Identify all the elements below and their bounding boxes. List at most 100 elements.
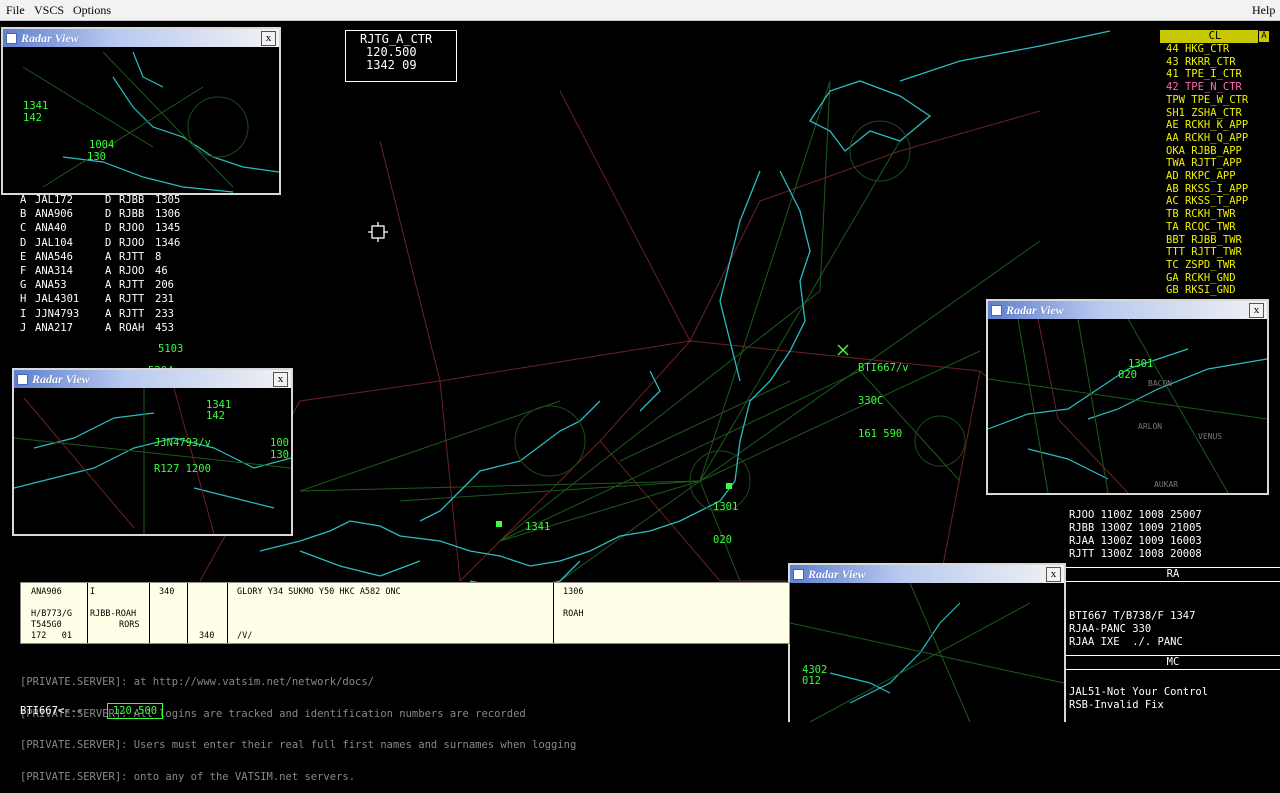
strip-squawk: 1306 [563, 587, 584, 597]
map-tag-bti667[interactable]: BTI667/v 330C 161 590 [858, 341, 909, 451]
controller-list-title: CL [1208, 30, 1222, 42]
controller-item[interactable]: SH1 ZSHA_CTR [1160, 107, 1270, 120]
controller-item[interactable]: 43 RKRR_CTR [1160, 56, 1270, 69]
map-tag-1341[interactable]: 1341 [525, 500, 550, 544]
mini-radar-scope[interactable]: 4302 012 [790, 583, 1064, 722]
flight-letter: I [20, 307, 27, 320]
message-console: [PRIVATE.SERVER]: at http://www.vatsim.n… [20, 656, 780, 793]
flight-callsign: ANA217 [35, 321, 73, 334]
close-button[interactable]: x [1046, 567, 1061, 582]
map-tag-1301[interactable]: 1301 020 [713, 480, 738, 557]
controller-item[interactable]: 41 TPE_I_CTR [1160, 68, 1270, 81]
controller-item[interactable]: OKA RJBB_APP [1160, 145, 1270, 158]
flight-strip[interactable]: ANA906 H/B773/G T545G0 172 01 I RJBB-ROA… [20, 582, 790, 644]
window-icon [991, 305, 1002, 316]
flight-list-row[interactable]: I JJN4793 A RJTT 233 [20, 307, 195, 321]
window-icon [17, 374, 28, 385]
flight-list-row[interactable]: J ANA217 A ROAH 453 [20, 321, 195, 335]
controller-item[interactable]: AD RKPC_APP [1160, 170, 1270, 183]
flight-list-row[interactable]: E ANA546 A RJTT 8 [20, 250, 195, 264]
radar-view-window-1[interactable]: Radar View x 1341 142 1004 130 [1, 27, 281, 195]
flight-type: D [105, 194, 112, 206]
menu-options[interactable]: Options [73, 3, 111, 18]
flight-list-row[interactable]: G ANA53 A RJTT 206 [20, 278, 195, 292]
active-frequency-box[interactable]: RJTG_A_CTR 120.500 1342 09 [345, 30, 457, 82]
flight-list-row[interactable]: B ANA906 D RJBB 1306 [20, 207, 195, 221]
flight-type: A [105, 250, 112, 263]
controller-item[interactable]: AB RKSS_I_APP [1160, 183, 1270, 196]
command-frequency[interactable]: 120.500 [107, 703, 163, 719]
flight-callsign: ANA906 [35, 208, 73, 221]
flight-airport: ROAH [119, 321, 145, 334]
metar-line: RJTT 1300Z 1008 20008 [1069, 548, 1202, 560]
tag-callsign: JJN4793/v [154, 437, 211, 449]
flight-letter: B [20, 208, 27, 221]
controller-item[interactable]: GB RKSI_GND [1160, 284, 1270, 297]
tag-squawk: 1341 [23, 100, 48, 112]
ra-header: RA [1066, 567, 1280, 582]
controller-item[interactable]: TPW TPE_W_CTR [1160, 94, 1270, 107]
flight-value: 1346 [155, 236, 181, 249]
flight-letter: J [20, 321, 27, 334]
strip-route-code: RORS [119, 620, 140, 630]
controller-item[interactable]: AE RCKH_K_APP [1160, 119, 1270, 132]
fix-label: ARLON [1138, 422, 1162, 431]
fix-label: AUKAR [1154, 480, 1178, 489]
controller-item[interactable]: BBT RJBB_TWR [1160, 234, 1270, 247]
flight-list-row[interactable]: A JAL172 D RJBB 1305 [20, 193, 195, 207]
flight-airport: RJTT [119, 279, 145, 292]
mini-radar-scope[interactable]: 1341 142 JJN4793/v R127 1200 100 130 [14, 388, 291, 534]
tag-squawk: 1341 [525, 521, 551, 533]
controller-item[interactable]: AC RKSS_T_APP [1160, 195, 1270, 208]
menu-help[interactable]: Help [1252, 3, 1275, 18]
controller-item[interactable]: 42 TPE_N_CTR [1160, 81, 1270, 94]
strip-altitude: 340 [159, 587, 175, 597]
flight-airport: RJTT [119, 293, 145, 306]
controller-item[interactable]: TB RCKH_TWR [1160, 208, 1270, 221]
controller-item[interactable]: GA RCKH_GND [1160, 272, 1270, 285]
menu-file[interactable]: File [6, 3, 25, 18]
controller-list-badge[interactable]: A [1258, 30, 1270, 43]
controller-item[interactable]: TC ZSPD_TWR [1160, 259, 1270, 272]
radar-view-window-4[interactable]: Radar View x 4302 012 [788, 563, 1066, 722]
close-button[interactable]: x [261, 31, 276, 46]
controller-item[interactable]: AA RCKH_Q_APP [1160, 132, 1270, 145]
tag-altitude: 130 [270, 449, 289, 461]
controller-list[interactable]: CL A 44 HKG_CTR 43 RKRR_CTR 41 TPE_I_CTR 42… [1160, 30, 1270, 297]
flight-list-row[interactable]: F ANA314 A RJOO 46 [20, 264, 195, 278]
radar-view-window-2[interactable]: Radar View x 1341 142 JJN4793/v R127 120… [12, 368, 293, 536]
flight-list-row[interactable]: H JAL4301 A RJTT 231 [20, 292, 195, 306]
mini-radar-scope[interactable]: 1341 142 1004 130 [3, 47, 279, 193]
close-button[interactable]: x [273, 372, 288, 387]
coastline [259, 30, 1111, 592]
mc-header: MC [1066, 655, 1280, 670]
tag-squawk: 1301 [713, 501, 739, 513]
flight-letter: D [20, 236, 27, 249]
window-title-bar[interactable]: Radar View x [790, 565, 1064, 583]
controller-item[interactable]: 44 HKG_CTR [1160, 43, 1270, 56]
controller-list-header[interactable]: CL A [1160, 30, 1270, 43]
console-line: [PRIVATE.SERVER]: onto any of the VATSIM… [20, 770, 356, 783]
window-icon [793, 569, 804, 580]
controller-item[interactable]: TWA RJTT_APP [1160, 157, 1270, 170]
radar-view-window-3[interactable]: Radar View x 1301 020 BACON ARLON VENUS … [986, 299, 1269, 495]
flight-letter: F [20, 265, 27, 278]
mc-line: JAL51-Not Your Control [1069, 686, 1209, 698]
window-title-bar[interactable]: Radar View x [14, 370, 291, 388]
controller-item[interactable]: TTT RJTT_TWR [1160, 246, 1270, 259]
close-button[interactable]: x [1249, 303, 1264, 318]
mc-line: RSB-Invalid Fix [1069, 699, 1164, 711]
flight-list-row[interactable]: C ANA40 D RJOO 1345 [20, 221, 195, 235]
window-icon [6, 33, 17, 44]
tag-altitude: 330C [858, 395, 884, 407]
window-title-bar[interactable]: Radar View x [988, 301, 1267, 319]
mini-radar-scope[interactable]: 1301 020 BACON ARLON VENUS AUKAR [988, 319, 1267, 493]
command-prompt[interactable]: BTI667<--- [20, 705, 83, 717]
menu-vscs[interactable]: VSCS [34, 3, 64, 18]
flight-list: A JAL172 D RJBB 1305 B ANA906 D RJBB 1306 C ANA40 D R… [20, 193, 195, 335]
window-title-bar[interactable]: Radar View x [3, 29, 279, 47]
flight-type: A [105, 265, 112, 278]
flight-list-row[interactable]: D JAL104 D RJOO 1346 [20, 236, 195, 250]
controller-item[interactable]: TA RCQC_TWR [1160, 221, 1270, 234]
flight-callsign: ANA546 [35, 250, 73, 263]
